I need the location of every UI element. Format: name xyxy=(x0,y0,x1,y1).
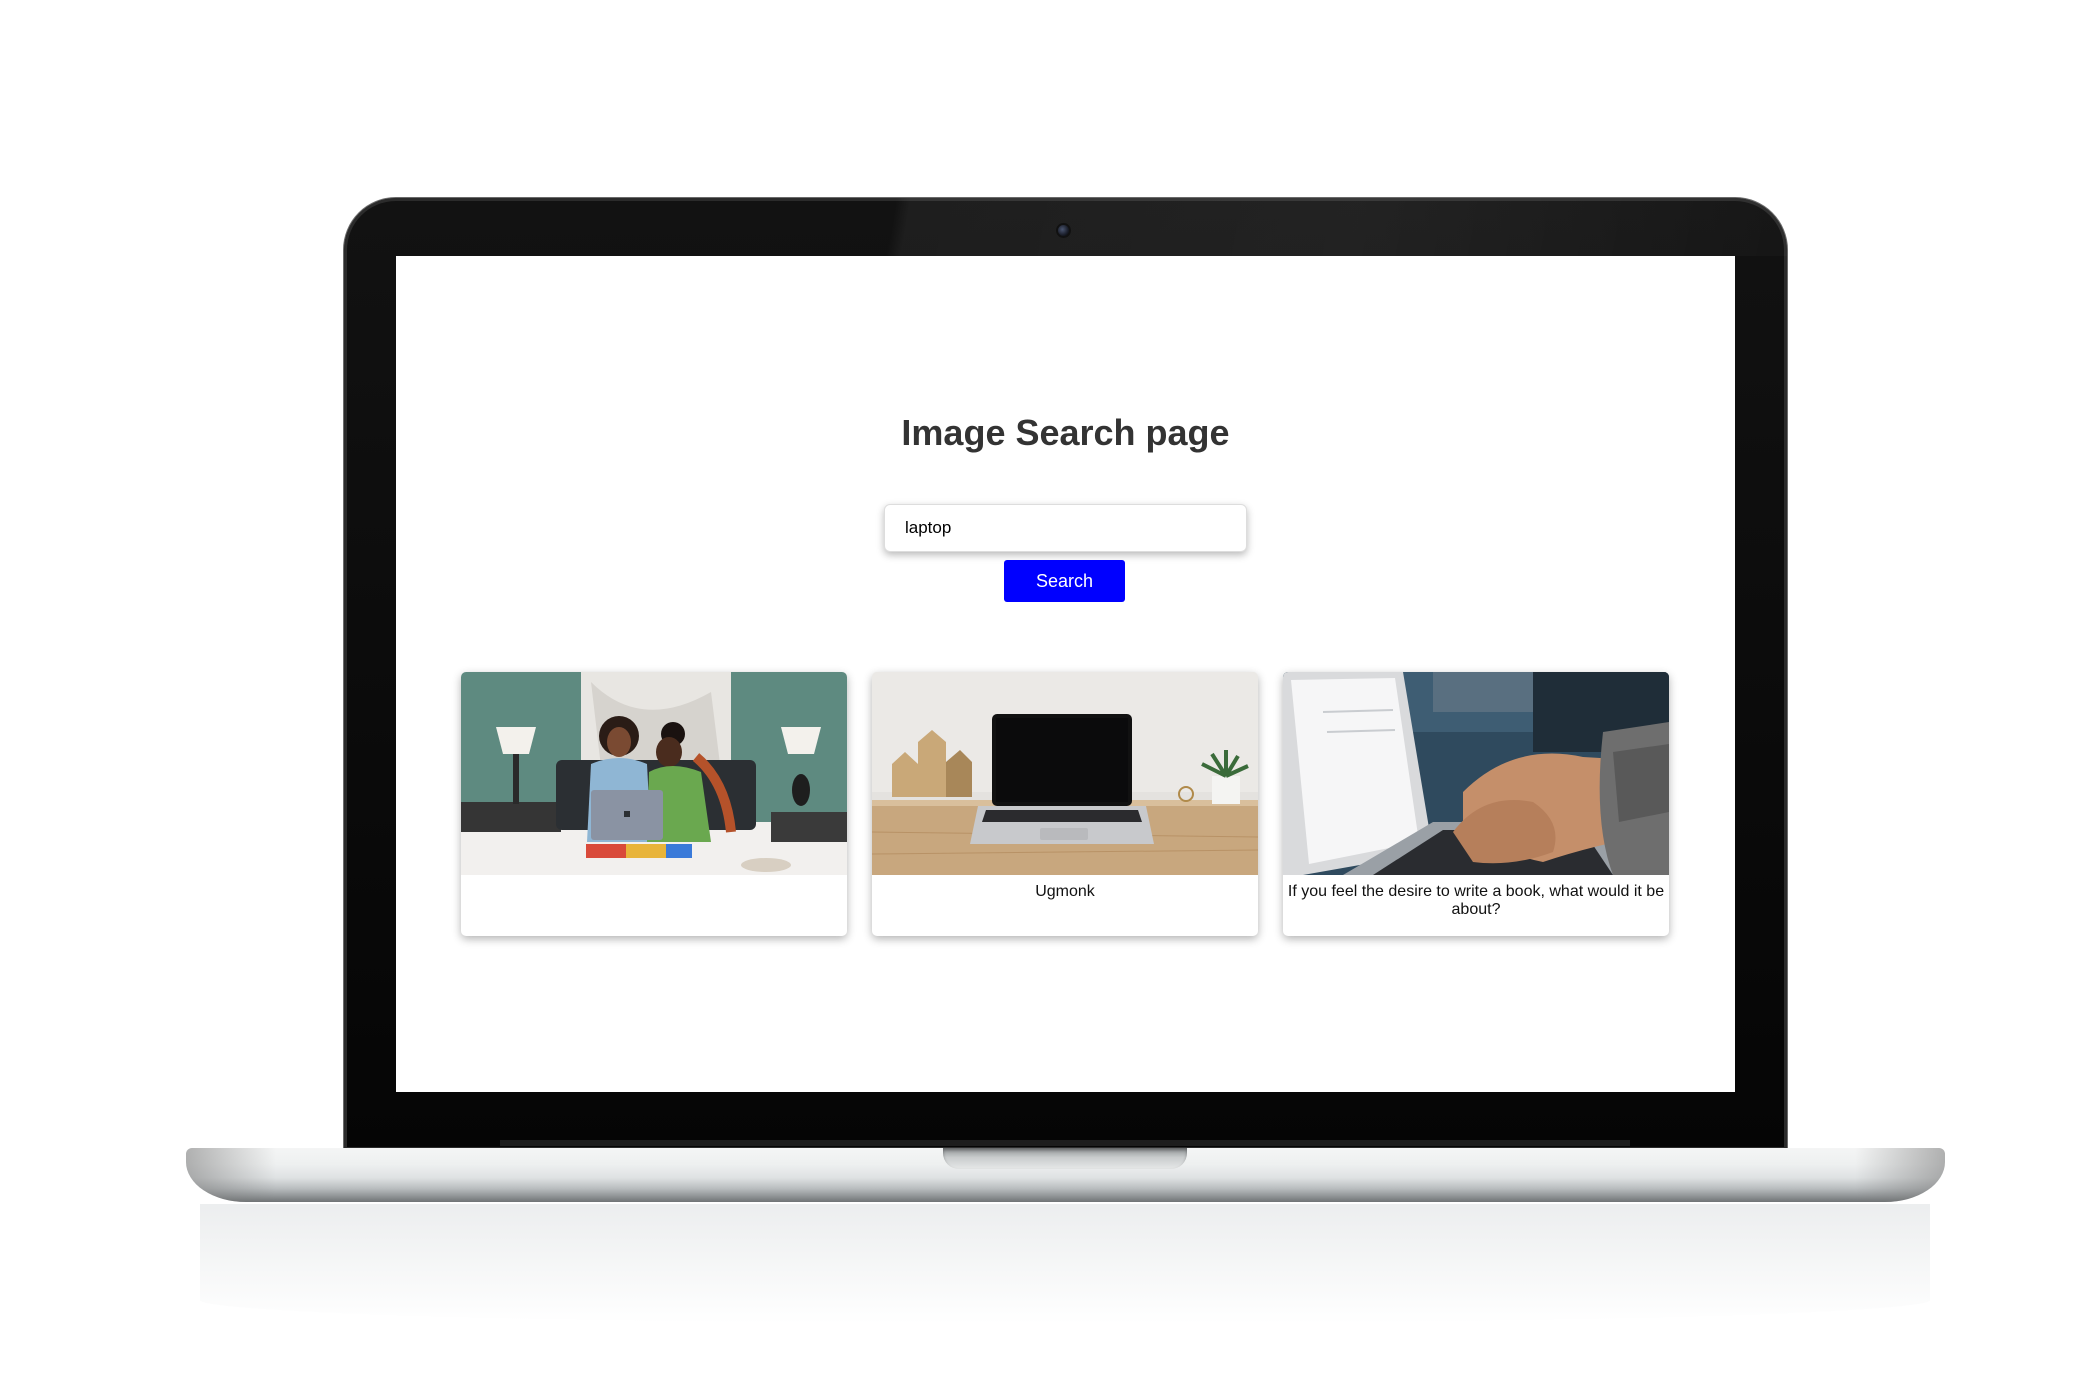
base-left-shade xyxy=(186,1148,276,1202)
page-title: Image Search page xyxy=(901,412,1230,453)
result-card[interactable]: If you feel the desire to write a book, … xyxy=(1283,672,1669,936)
webcam-icon xyxy=(1058,225,1069,236)
lid-opening-notch xyxy=(943,1148,1187,1169)
two-women-laptop-photo xyxy=(461,672,847,875)
laptop-reflection xyxy=(200,1204,1930,1324)
result-card[interactable] xyxy=(461,672,847,936)
laptop-on-desk-photo xyxy=(872,672,1258,875)
lid-hinge xyxy=(500,1140,1630,1146)
result-card[interactable]: Ugmonk xyxy=(872,672,1258,936)
search-button[interactable]: Search xyxy=(1004,560,1125,602)
search-input[interactable] xyxy=(884,504,1247,552)
laptop-mockup-stage: Image Search page Search xyxy=(0,0,2100,1400)
result-caption: If you feel the desire to write a book, … xyxy=(1287,883,1665,918)
hands-typing-laptop-photo xyxy=(1283,672,1669,875)
result-caption: Ugmonk xyxy=(1035,883,1095,900)
results-grid: Ugmonk If you feel the desire to write a… xyxy=(461,672,1671,936)
base-right-shade xyxy=(1855,1148,1945,1202)
laptop-screen: Image Search page Search xyxy=(396,256,1735,1092)
